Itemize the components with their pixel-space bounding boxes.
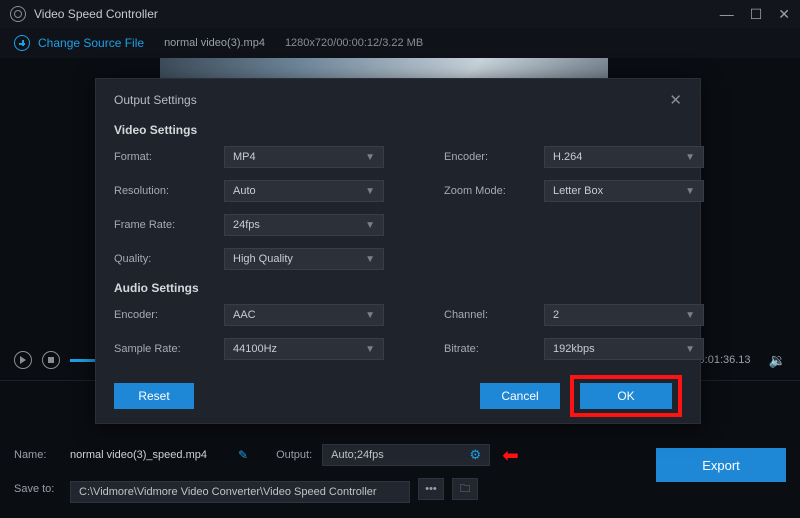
output-preset-combo[interactable]: Auto;24fps ⚙ [322, 444, 490, 466]
channel-label: Channel: [444, 309, 544, 321]
framerate-label: Frame Rate: [114, 219, 224, 231]
name-label: Name: [14, 449, 70, 461]
plus-circle-icon [14, 35, 30, 51]
framerate-select[interactable]: 24fps▼ [224, 214, 384, 236]
annotation-ok-highlight: OK [570, 375, 682, 417]
stop-button[interactable] [42, 351, 60, 369]
chevron-down-icon: ▼ [365, 310, 375, 321]
chevron-down-icon: ▼ [685, 344, 695, 355]
resolution-label: Resolution: [114, 185, 224, 197]
samplerate-label: Sample Rate: [114, 343, 224, 355]
zoom-mode-select[interactable]: Letter Box▼ [544, 180, 704, 202]
save-path-value: C:\Vidmore\Vidmore Video Converter\Video… [79, 486, 377, 498]
channel-select[interactable]: 2▼ [544, 304, 704, 326]
output-preset-value: Auto;24fps [331, 449, 469, 461]
output-label: Output: [276, 449, 312, 461]
open-folder-button[interactable]: 🗀 [452, 478, 478, 500]
chevron-down-icon: ▼ [365, 254, 375, 265]
maximize-button[interactable]: ☐ [750, 6, 763, 23]
source-filename: normal video(3).mp4 [164, 37, 265, 49]
title-bar: Video Speed Controller — ☐ ✕ [0, 0, 800, 28]
chevron-down-icon: ▼ [685, 186, 695, 197]
output-settings-dialog: Output Settings ✕ Video Settings Format:… [95, 78, 701, 424]
app-logo-icon [10, 6, 26, 22]
play-button[interactable] [14, 351, 32, 369]
video-encoder-label: Encoder: [444, 151, 544, 163]
quality-label: Quality: [114, 253, 224, 265]
bitrate-select[interactable]: 192kbps▼ [544, 338, 704, 360]
close-window-button[interactable]: ✕ [778, 6, 790, 23]
chevron-down-icon: ▼ [365, 220, 375, 231]
export-button[interactable]: Export [656, 448, 786, 482]
save-to-label: Save to: [14, 483, 70, 495]
zoom-mode-label: Zoom Mode: [444, 185, 544, 197]
output-name-value: normal video(3)_speed.mp4 [70, 449, 230, 461]
chevron-down-icon: ▼ [685, 152, 695, 163]
audio-encoder-select[interactable]: AAC▼ [224, 304, 384, 326]
source-meta: 1280x720/00:00:12/3.22 MB [285, 37, 423, 49]
audio-encoder-label: Encoder: [114, 309, 224, 321]
chevron-down-icon: ▼ [365, 152, 375, 163]
save-path-field[interactable]: C:\Vidmore\Vidmore Video Converter\Video… [70, 481, 410, 503]
annotation-arrow-icon: ⬅ [502, 443, 519, 468]
volume-icon[interactable]: 🔉 [769, 352, 786, 369]
quality-select[interactable]: High Quality▼ [224, 248, 384, 270]
chevron-down-icon: ▼ [365, 186, 375, 197]
resolution-select[interactable]: Auto▼ [224, 180, 384, 202]
video-encoder-select[interactable]: H.264▼ [544, 146, 704, 168]
chevron-down-icon: ▼ [685, 310, 695, 321]
change-source-label: Change Source File [38, 36, 144, 50]
bottom-panel: Name: normal video(3)_speed.mp4 ✎ Output… [0, 440, 800, 518]
app-title: Video Speed Controller [34, 7, 158, 21]
bitrate-label: Bitrate: [444, 343, 544, 355]
dialog-title: Output Settings [114, 93, 197, 107]
minimize-button[interactable]: — [720, 6, 734, 22]
format-select[interactable]: MP4▼ [224, 146, 384, 168]
audio-settings-heading: Audio Settings [96, 275, 700, 299]
toolbar: Change Source File normal video(3).mp4 1… [0, 28, 800, 58]
format-label: Format: [114, 151, 224, 163]
video-settings-heading: Video Settings [96, 117, 700, 141]
change-source-button[interactable]: Change Source File [14, 35, 144, 51]
cancel-button[interactable]: Cancel [480, 383, 560, 409]
samplerate-select[interactable]: 44100Hz▼ [224, 338, 384, 360]
ok-button[interactable]: OK [580, 383, 672, 409]
output-settings-gear-icon[interactable]: ⚙ [469, 447, 481, 463]
chevron-down-icon: ▼ [365, 344, 375, 355]
edit-name-icon[interactable]: ✎ [238, 448, 248, 462]
dialog-close-icon[interactable]: ✕ [669, 91, 682, 109]
browse-path-button[interactable]: ••• [418, 478, 444, 500]
reset-button[interactable]: Reset [114, 383, 194, 409]
